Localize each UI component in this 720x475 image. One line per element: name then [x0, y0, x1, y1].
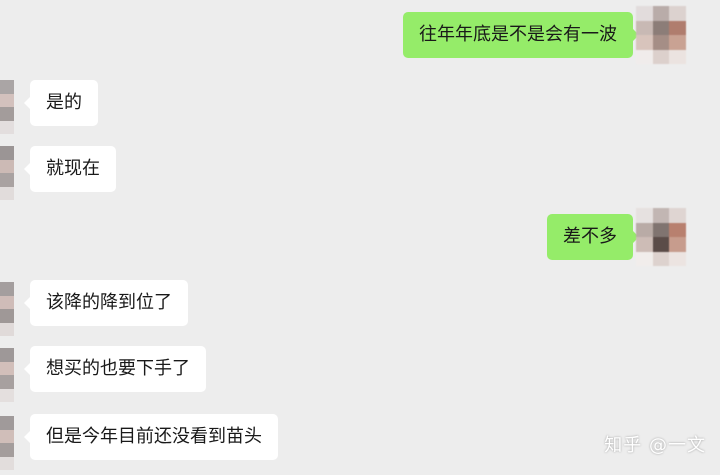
- contact-avatar[interactable]: [0, 348, 14, 402]
- contact-avatar[interactable]: [0, 146, 14, 200]
- self-avatar[interactable]: [636, 6, 686, 64]
- message-bubble-incoming[interactable]: 就现在: [24, 146, 116, 192]
- message-bubble-incoming[interactable]: 想买的也要下手了: [24, 346, 206, 392]
- zhihu-watermark: 知乎 @一文: [604, 435, 706, 456]
- message-bubble-outgoing[interactable]: 往年年底是不是会有一波: [403, 12, 639, 58]
- message-bubble-incoming[interactable]: 该降的降到位了: [24, 280, 188, 326]
- contact-avatar[interactable]: [0, 282, 14, 336]
- message-bubble-incoming[interactable]: 是的: [24, 80, 98, 126]
- self-avatar[interactable]: [636, 208, 686, 266]
- message-bubble-outgoing[interactable]: 差不多: [547, 214, 639, 260]
- message-bubble-incoming[interactable]: 但是今年目前还没看到苗头: [24, 414, 278, 460]
- contact-avatar[interactable]: [0, 80, 14, 134]
- contact-avatar[interactable]: [0, 416, 14, 470]
